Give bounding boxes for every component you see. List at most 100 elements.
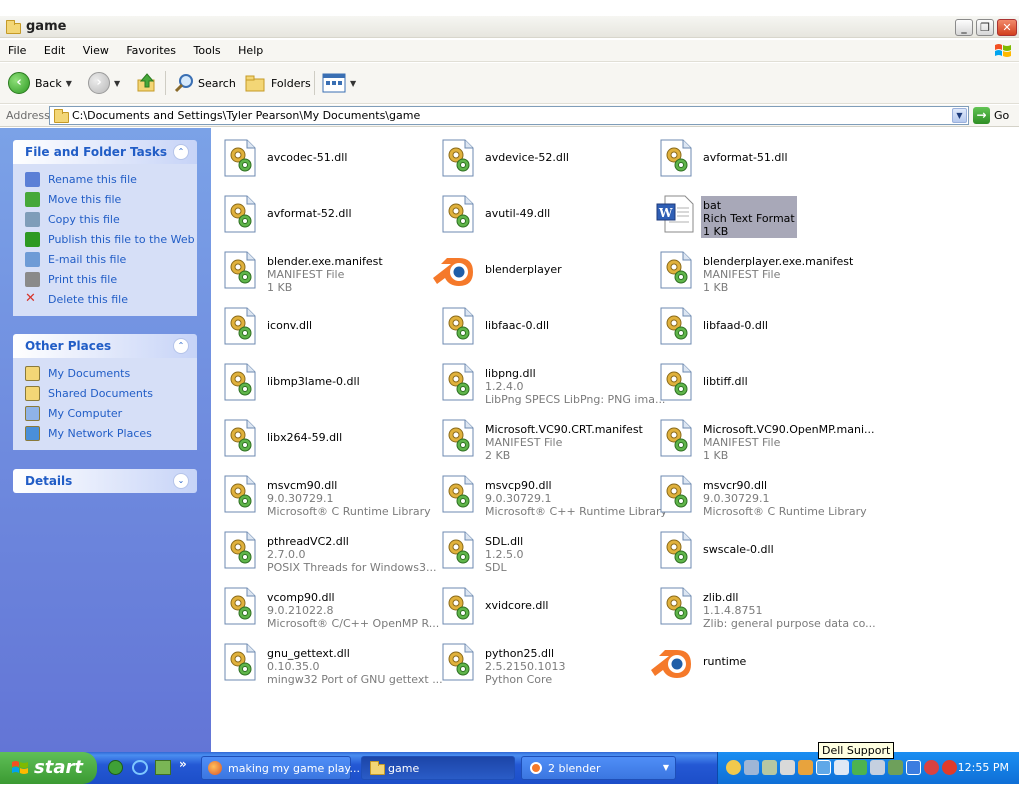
tray-icon-10[interactable]	[888, 760, 903, 775]
search-button[interactable]: Search	[173, 71, 236, 95]
quicklaunch-3-icon[interactable]	[155, 760, 171, 775]
back-button[interactable]: ‹ Back ▼	[8, 71, 72, 95]
file-name: blenderplayer.exe.manifest	[703, 255, 854, 268]
file-tile[interactable]: avutil-49.dll	[439, 186, 654, 242]
task-game-folder[interactable]: game	[361, 756, 515, 780]
minimize-button[interactable]: _	[955, 19, 973, 36]
up-folder-button[interactable]	[136, 71, 158, 95]
file-tile[interactable]: msvcm90.dll 9.0.30729.1 Microsoft® C Runti…	[221, 466, 436, 522]
file-tile[interactable]: SDL.dll 1.2.5.0 SDL	[439, 522, 654, 578]
file-tile[interactable]: libfaac-0.dll	[439, 298, 654, 354]
place-link-label: My Documents	[48, 367, 131, 380]
task-link[interactable]: Move this file	[13, 190, 197, 210]
file-tile[interactable]: xvidcore.dll	[439, 578, 654, 634]
file-tile[interactable]: msvcp90.dll 9.0.30729.1 Microsoft® C++ Run…	[439, 466, 667, 522]
file-tile[interactable]: blenderplayer	[433, 242, 654, 298]
file-tile[interactable]: blender.exe.manifest MANIFEST File 1 KB	[221, 242, 436, 298]
file-tile[interactable]: gnu_gettext.dll 0.10.35.0 mingw32 Port of …	[221, 634, 443, 690]
task-blender-group[interactable]: 2 blender ▼	[521, 756, 676, 780]
task-firefox[interactable]: making my game play...	[201, 756, 360, 780]
views-dropdown-icon[interactable]: ▼	[350, 79, 356, 88]
tray-icon-4[interactable]	[780, 760, 795, 775]
quicklaunch-more-icon[interactable]: »	[179, 757, 187, 771]
restore-button[interactable]: ❐	[976, 19, 994, 36]
menu-help[interactable]: Help	[230, 40, 269, 57]
task-link-label: Copy this file	[48, 213, 120, 226]
place-link[interactable]: Shared Documents	[13, 384, 197, 404]
place-link[interactable]: My Network Places	[13, 424, 197, 444]
tray-icon-1[interactable]	[726, 760, 741, 775]
file-name: avformat-52.dll	[267, 207, 352, 220]
dell-support-icon[interactable]	[816, 760, 831, 775]
task-link[interactable]: E-mail this file	[13, 250, 197, 270]
tray-icon-2[interactable]	[744, 760, 759, 775]
task-link[interactable]: Rename this file	[13, 170, 197, 190]
file-tile[interactable]: python25.dll 2.5.2150.1013 Python Core	[439, 634, 654, 690]
menu-file[interactable]: File	[0, 40, 32, 57]
place-link[interactable]: My Computer	[13, 404, 197, 424]
file-tile[interactable]: libx264-59.dll	[221, 410, 436, 466]
internet-explorer-icon[interactable]	[132, 760, 148, 775]
views-button[interactable]: ▼	[322, 71, 356, 95]
task-label: making my game play...	[228, 762, 360, 775]
tray-icon-5[interactable]	[798, 760, 813, 775]
file-detail: 1 KB	[267, 281, 293, 294]
file-tile[interactable]: avcodec-51.dll	[221, 130, 436, 186]
menu-favorites[interactable]: Favorites	[118, 40, 182, 57]
file-tile[interactable]: libmp3lame-0.dll	[221, 354, 436, 410]
file-tile[interactable]: avformat-51.dll	[657, 130, 872, 186]
file-tile[interactable]: Wbat Rich Text Format 1 KB	[656, 186, 872, 242]
place-link[interactable]: My Documents	[13, 364, 197, 384]
file-tile[interactable]: iconv.dll	[221, 298, 436, 354]
file-tile[interactable]: zlib.dll 1.1.4.8751 Zlib: general purpose …	[657, 578, 876, 634]
toolbar-separator	[165, 71, 166, 95]
file-tile[interactable]: pthreadVC2.dll 2.7.0.0 POSIX Threads for W…	[221, 522, 436, 578]
quicklaunch-1-icon[interactable]	[108, 760, 123, 775]
other-places-header[interactable]: Other Places ⌃	[13, 334, 197, 358]
menu-view[interactable]: View	[75, 40, 115, 57]
task-link[interactable]: Copy this file	[13, 210, 197, 230]
file-tile[interactable]: swscale-0.dll	[657, 522, 872, 578]
file-tile[interactable]: avdevice-52.dll	[439, 130, 654, 186]
file-tile[interactable]: Microsoft.VC90.CRT.manifest MANIFEST File…	[439, 410, 654, 466]
file-tile[interactable]: libpng.dll 1.2.4.0 LibPng SPECS LibPng: PN…	[439, 354, 665, 410]
file-tile[interactable]: runtime	[651, 634, 872, 690]
volume-icon[interactable]	[906, 760, 921, 775]
file-tile[interactable]: blenderplayer.exe.manifest MANIFEST File 1…	[657, 242, 872, 298]
forward-button[interactable]: › ▼	[88, 71, 120, 95]
close-button[interactable]: ✕	[997, 19, 1017, 36]
collapse-chevron-icon[interactable]: ⌃	[173, 338, 189, 354]
file-name: avdevice-52.dll	[485, 151, 569, 164]
menu-tools[interactable]: Tools	[186, 40, 227, 57]
file-tile[interactable]: libtiff.dll	[657, 354, 872, 410]
menu-edit[interactable]: Edit	[36, 40, 71, 57]
file-tile[interactable]: Microsoft.VC90.OpenMP.mani... MANIFEST Fi…	[657, 410, 875, 466]
folders-button[interactable]: Folders	[244, 71, 311, 95]
details-header[interactable]: Details ⌄	[13, 469, 197, 493]
address-input[interactable]: C:\Documents and Settings\Tyler Pearson\…	[49, 106, 969, 125]
task-link[interactable]: ✕ Delete this file	[13, 290, 197, 310]
go-button[interactable]: Go	[994, 109, 1009, 122]
collapse-chevron-icon[interactable]: ⌃	[173, 144, 189, 160]
task-link[interactable]: Publish this file to the Web	[13, 230, 197, 250]
start-button[interactable]: start	[0, 752, 97, 784]
file-folder-tasks-header[interactable]: File and Folder Tasks ⌃	[13, 140, 197, 164]
tray-icon-8[interactable]	[852, 760, 867, 775]
file-name: xvidcore.dll	[485, 599, 549, 612]
back-dropdown-icon[interactable]: ▼	[66, 79, 72, 88]
security-icon[interactable]	[924, 760, 939, 775]
forward-dropdown-icon[interactable]: ▼	[114, 79, 120, 88]
go-arrow-icon[interactable]: →	[973, 107, 990, 124]
file-tile[interactable]: avformat-52.dll	[221, 186, 436, 242]
address-dropdown-icon[interactable]: ▼	[952, 108, 967, 123]
tray-icon-3[interactable]	[762, 760, 777, 775]
file-tile[interactable]: vcomp90.dll 9.0.21022.8 Microsoft® C/C++ O…	[221, 578, 439, 634]
file-tile[interactable]: libfaad-0.dll	[657, 298, 872, 354]
tray-icon-9[interactable]	[870, 760, 885, 775]
tray-icon-7[interactable]	[834, 760, 849, 775]
file-detail: 1 KB	[703, 449, 729, 462]
task-link[interactable]: Print this file	[13, 270, 197, 290]
alert-icon[interactable]	[942, 760, 957, 775]
file-tile[interactable]: msvcr90.dll 9.0.30729.1 Microsoft® C Runti…	[657, 466, 872, 522]
expand-chevron-icon[interactable]: ⌄	[173, 473, 189, 489]
